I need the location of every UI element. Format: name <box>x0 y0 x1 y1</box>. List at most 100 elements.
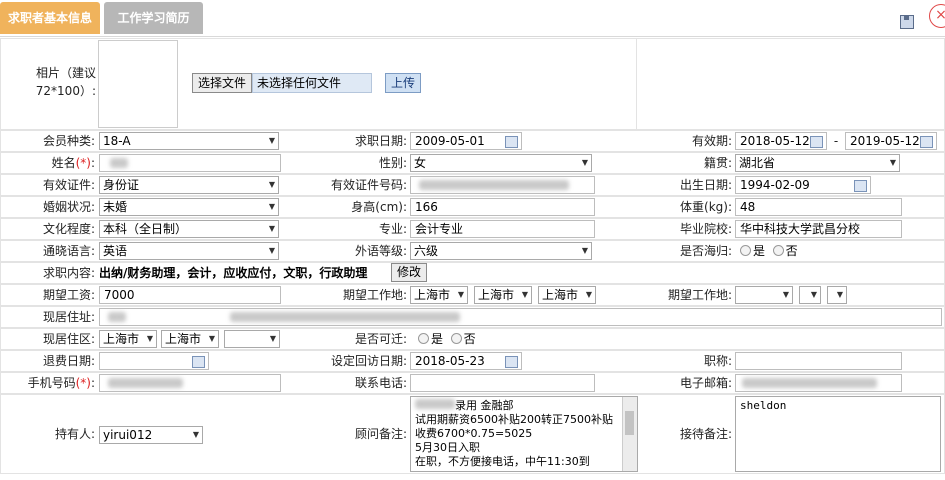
redacted-email <box>742 378 877 388</box>
revisit-date-label: 设定回访日期: <box>330 354 407 368</box>
school-label: 毕业院校: <box>679 222 732 236</box>
birth-label: 出生日期: <box>679 178 732 192</box>
birth-input[interactable]: 1994-02-09 <box>735 176 871 194</box>
work-place2-district-select[interactable] <box>827 286 847 304</box>
name-label: 姓名(*): <box>0 153 95 173</box>
lang-level-select[interactable]: 六级 <box>410 242 592 260</box>
work-place-district-select[interactable]: 上海市 <box>538 286 596 304</box>
id-type-label: 有效证件: <box>42 178 95 192</box>
apply-date-input[interactable]: 2009-05-01 <box>410 132 522 150</box>
choose-file-button[interactable]: 选择文件 <box>192 73 253 93</box>
redacted-id <box>419 180 569 190</box>
work-place-label: 期望工作地: <box>342 288 407 302</box>
marital-select[interactable]: 未婚 <box>99 198 279 216</box>
valid-to-input[interactable]: 2019-05-12 <box>845 132 937 150</box>
profile-form: 相片（建议72*100）: 选择文件 未选择任何文件 上传 会员种类: 18-A… <box>0 38 945 480</box>
weight-label: 体重(kg): <box>680 200 732 214</box>
address-input[interactable] <box>99 308 942 326</box>
work-place-city-select[interactable]: 上海市 <box>474 286 532 304</box>
reception-note-label: 接待备注: <box>679 427 732 441</box>
district-area-select[interactable] <box>224 330 280 348</box>
calendar-icon[interactable] <box>854 180 867 192</box>
save-icon[interactable] <box>900 15 914 29</box>
native-select[interactable]: 湖北省 <box>735 154 900 172</box>
revisit-date-input[interactable]: 2018-05-23 <box>410 352 522 370</box>
tab-bar: 求职者基本信息 工作学习简历 × <box>0 0 945 37</box>
close-icon[interactable]: × <box>929 4 945 28</box>
file-name-display: 未选择任何文件 <box>252 73 372 93</box>
work-place2-city-select[interactable] <box>799 286 821 304</box>
required-mark: (*) <box>75 156 91 170</box>
member-type-label: 会员种类: <box>42 134 95 148</box>
work-place-province-select[interactable]: 上海市 <box>410 286 468 304</box>
salary-input[interactable]: 7000 <box>99 286 281 304</box>
title-label: 职称: <box>703 354 732 368</box>
photo-row-right <box>636 38 945 130</box>
mobile-input[interactable] <box>99 374 281 392</box>
edit-job-content-button[interactable]: 修改 <box>391 263 428 282</box>
salary-label: 期望工资: <box>42 288 95 302</box>
scrollbar-thumb[interactable] <box>625 411 634 435</box>
phone-input[interactable] <box>410 374 595 392</box>
id-number-input[interactable] <box>410 176 595 194</box>
major-input[interactable]: 会计专业 <box>410 220 595 238</box>
height-label: 身高(cm): <box>351 200 407 214</box>
name-label-text: 姓名 <box>51 156 76 170</box>
calendar-icon[interactable] <box>810 136 823 148</box>
district-label: 现居住区: <box>42 332 95 346</box>
mobile-label-text: 手机号码 <box>27 376 76 390</box>
advisor-note-line: 收费6700*0.75=5025 <box>415 427 533 440</box>
advisor-note-label: 顾问备注: <box>354 427 407 441</box>
photo-label: 相片（建议72*100）: <box>35 66 96 98</box>
reception-note-textarea[interactable]: sheldon <box>735 396 941 472</box>
overseas-yes-radio[interactable] <box>740 245 751 256</box>
address-label: 现居住址: <box>42 310 95 324</box>
tab-resume[interactable]: 工作学习简历 <box>104 2 203 34</box>
redacted-company <box>415 399 455 409</box>
advisor-note-line: 录用 金融部 <box>415 399 619 413</box>
marital-label: 婚姻状况: <box>42 200 95 214</box>
district-city-select[interactable]: 上海市 <box>161 330 219 348</box>
school-input[interactable]: 华中科技大学武昌分校 <box>735 220 902 238</box>
major-label: 专业: <box>378 222 407 236</box>
relocate-no-radio[interactable] <box>450 333 462 344</box>
native-label: 籍贯: <box>703 156 732 170</box>
redacted-address <box>230 312 460 322</box>
email-input[interactable] <box>735 374 902 392</box>
education-select[interactable]: 本科（全日制） <box>99 220 279 238</box>
holder-select[interactable]: yirui012 <box>99 426 203 444</box>
id-type-select[interactable]: 身份证 <box>99 176 279 194</box>
name-input[interactable] <box>99 154 281 172</box>
valid-period-separator: - <box>833 134 839 148</box>
language-select[interactable]: 英语 <box>99 242 279 260</box>
relocate-yes-radio[interactable] <box>418 333 429 344</box>
gender-select[interactable]: 女 <box>410 154 592 172</box>
height-input[interactable]: 166 <box>410 198 595 216</box>
refund-date-input[interactable] <box>99 352 209 370</box>
valid-to-value: 2019-05-12 <box>850 134 920 148</box>
weight-input[interactable]: 48 <box>735 198 902 216</box>
holder-label: 持有人: <box>54 427 95 441</box>
redacted-address <box>108 312 126 322</box>
overseas-no-radio[interactable] <box>772 245 784 256</box>
calendar-icon[interactable] <box>920 136 933 148</box>
work-place2-province-select[interactable] <box>735 286 793 304</box>
photo-preview <box>98 40 178 128</box>
valid-from-input[interactable]: 2018-05-12 <box>735 132 827 150</box>
calendar-icon[interactable] <box>505 136 518 148</box>
redacted-mobile <box>108 378 183 388</box>
tab-basic-info[interactable]: 求职者基本信息 <box>0 2 100 34</box>
scrollbar[interactable] <box>622 397 637 471</box>
advisor-note-textarea[interactable]: 录用 金融部 试用期薪资6500补贴200转正7500补贴 收费6700*0.7… <box>410 396 638 472</box>
calendar-icon[interactable] <box>505 356 518 368</box>
district-province-select[interactable]: 上海市 <box>99 330 157 348</box>
title-input[interactable] <box>735 352 902 370</box>
overseas-label: 是否海归: <box>679 244 732 258</box>
required-mark: (*) <box>75 376 91 390</box>
upload-button[interactable]: 上传 <box>385 73 422 93</box>
advisor-note-line: 试用期薪资6500补贴200转正7500补贴 <box>415 413 613 426</box>
calendar-icon[interactable] <box>192 356 205 368</box>
member-type-select[interactable]: 18-A <box>99 132 279 150</box>
relocate-radio-group: 是 否 <box>418 331 476 347</box>
gender-label: 性别: <box>378 156 407 170</box>
